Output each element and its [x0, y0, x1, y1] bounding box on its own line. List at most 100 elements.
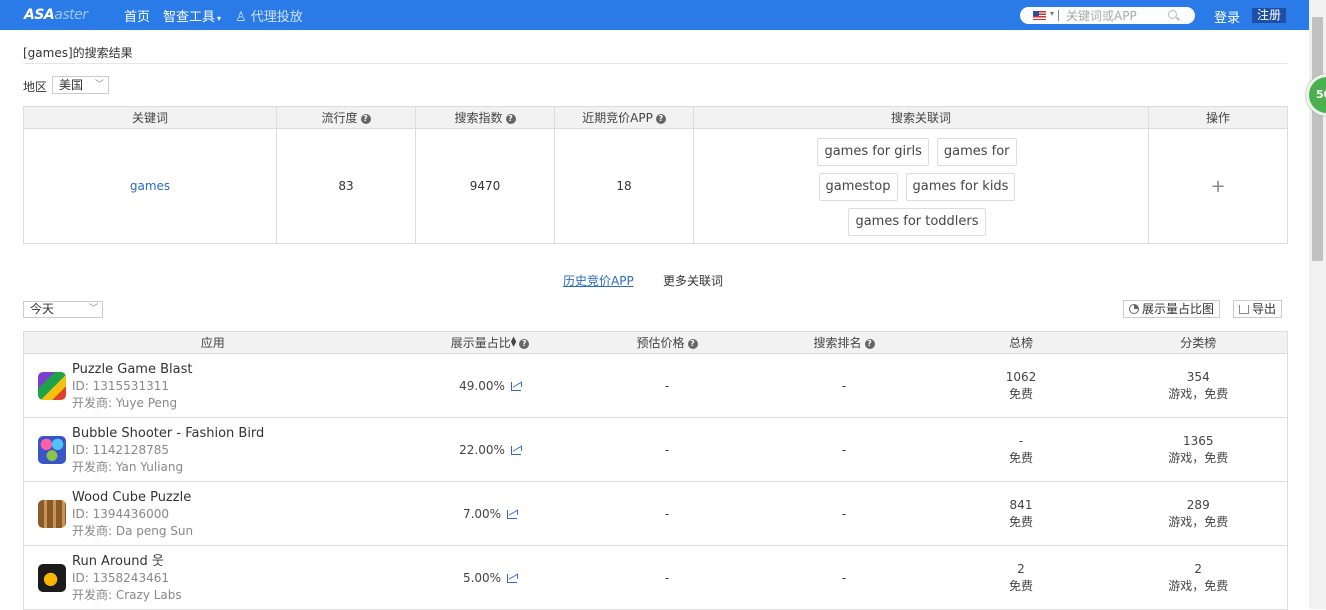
help-icon[interactable]: ? [519, 338, 530, 349]
total-rank-value: 841 [1009, 497, 1033, 512]
app-developer: 开发商: Yan Yuliang [72, 460, 184, 474]
header-price: 预估价格? [578, 331, 756, 354]
category-rank-cell: 2 游戏，免费 [1109, 545, 1288, 610]
help-icon[interactable]: ? [505, 113, 516, 124]
region-value: 美国 [59, 78, 84, 92]
total-rank-cell: 841 免费 [932, 481, 1110, 546]
divider [23, 63, 1287, 64]
date-value: 今天 [30, 302, 55, 316]
export-label: 导出 [1252, 302, 1277, 316]
share-chart-label: 展示量占比图 [1142, 302, 1215, 316]
related-keyword-tag[interactable]: games for kids [905, 173, 1016, 201]
logo[interactable]: ASAaster [24, 7, 88, 23]
trend-chart-icon[interactable] [507, 509, 518, 519]
divider [1058, 10, 1059, 21]
category-rank-type: 游戏，免费 [1168, 578, 1229, 593]
nav-home[interactable]: 首页 [124, 6, 150, 25]
export-icon [1239, 305, 1249, 314]
share-value: 5.00% [462, 570, 502, 585]
share-value: 7.00% [462, 506, 502, 521]
region-select[interactable]: 美国 ﹀ [52, 76, 109, 94]
related-keyword-tag[interactable]: games for [936, 138, 1017, 166]
header-recent-bid-apps: 近期竞价APP? [554, 106, 694, 129]
search-input[interactable] [1066, 8, 1166, 23]
search-box: ▾ [1020, 7, 1195, 24]
app-name[interactable]: Puzzle Game Blast [72, 361, 192, 378]
total-rank-value: 1062 [1005, 369, 1037, 384]
export-button[interactable]: 导出 [1233, 300, 1283, 318]
app-id: ID: 1142128785 [72, 443, 169, 457]
app-icon[interactable] [38, 372, 66, 400]
help-icon[interactable]: ? [864, 338, 875, 349]
date-select[interactable]: 今天 ﹀ [23, 301, 103, 318]
search-icon[interactable] [1168, 10, 1177, 19]
app-name[interactable]: Bubble Shooter - Fashion Bird [72, 425, 264, 442]
logo-bold-text: ASA [24, 7, 55, 23]
chevron-down-icon: ▾ [217, 14, 222, 23]
share-chart-button[interactable]: 展示量占比图 [1123, 300, 1221, 318]
header-total-rank: 总榜 [932, 331, 1110, 354]
table-row: Wood Cube Puzzle ID: 1394436000 开发商: Da … [23, 481, 1288, 546]
tab-history-bid-apps[interactable]: 历史竞价APP [563, 272, 634, 289]
header-search-index: 搜索指数? [415, 106, 555, 129]
scrollbar-thumb[interactable] [1312, 17, 1323, 261]
category-rank-value: 289 [1186, 497, 1210, 512]
pie-chart-icon [1129, 304, 1139, 314]
header-price-label: 预估价格 [636, 336, 685, 350]
nav-agency[interactable]: ♙ 代理投放 [235, 6, 303, 25]
related-keyword-tag[interactable]: gamestop [818, 173, 898, 201]
app-id: ID: 1315531311 [72, 379, 169, 393]
total-rank-value: - [1018, 433, 1024, 448]
help-icon[interactable]: ? [655, 113, 666, 124]
user-icon: ♙ [235, 10, 247, 25]
category-rank-type: 游戏，免费 [1168, 450, 1229, 465]
region-label: 地区 [23, 80, 48, 94]
login-link[interactable]: 登录 [1214, 7, 1240, 26]
app-icon[interactable] [38, 564, 66, 592]
header-search-index-label: 搜索指数 [454, 111, 503, 125]
price-value: - [578, 417, 756, 482]
related-keyword-tag[interactable]: games for girls [817, 138, 929, 166]
category-rank-type: 游戏，免费 [1168, 386, 1229, 401]
sort-icon[interactable]: ▲ ▼ [511, 336, 516, 348]
top-nav-bar: ASAaster 首页 智查工具▾ ♙ 代理投放 ▾ 登录 注册 [0, 0, 1309, 30]
app-icon[interactable] [38, 436, 66, 464]
app-name[interactable]: Wood Cube Puzzle [72, 489, 193, 506]
tab-more-related[interactable]: 更多关联词 [663, 272, 723, 289]
app-developer: 开发商: Yuye Peng [72, 396, 178, 410]
app-cell: Puzzle Game Blast ID: 1315531311 开发商: Yu… [23, 353, 402, 418]
action-cell: + [1148, 128, 1288, 244]
nav-tools[interactable]: 智查工具 ▾ [163, 6, 221, 25]
logo-light-text: aster [54, 7, 88, 23]
header-popularity: 流行度? [276, 106, 416, 129]
search-index-value: 9470 [415, 128, 555, 244]
app-name[interactable]: Run Around 웃 [72, 553, 182, 570]
header-share-label: 展示量占比 [450, 336, 511, 350]
trend-chart-icon[interactable] [510, 381, 521, 391]
related-keyword-tag[interactable]: games for toddlers [848, 208, 986, 236]
keyword-cell: games [23, 128, 277, 244]
price-value: - [578, 545, 756, 610]
help-icon[interactable]: ? [360, 113, 371, 124]
register-button[interactable]: 注册 [1252, 8, 1286, 23]
header-popularity-label: 流行度 [321, 111, 358, 125]
total-rank-type: 免费 [1008, 386, 1033, 401]
help-icon[interactable]: ? [687, 338, 698, 349]
nav-agency-label: 代理投放 [250, 10, 303, 25]
app-icon[interactable] [38, 500, 66, 528]
total-rank-cell: - 免费 [932, 417, 1110, 482]
trend-chart-icon[interactable] [510, 445, 521, 455]
category-rank-value: 2 [1194, 561, 1203, 576]
category-rank-value: 1365 [1182, 433, 1214, 448]
app-cell: Run Around 웃 ID: 1358243461 开发商: Crazy L… [23, 545, 402, 610]
chevron-down-icon[interactable]: ▾ [1050, 9, 1054, 18]
total-rank-type: 免费 [1008, 450, 1033, 465]
keyword-link[interactable]: games [130, 179, 170, 193]
add-icon[interactable]: + [1210, 176, 1225, 197]
share-value: 49.00% [459, 378, 505, 393]
app-developer: 开发商: Crazy Labs [72, 588, 182, 602]
us-flag-icon[interactable] [1033, 11, 1046, 20]
chevron-down-icon: ﹀ [94, 80, 104, 90]
trend-chart-icon[interactable] [507, 573, 518, 583]
header-share[interactable]: 展示量占比▲ ▼? [401, 331, 579, 354]
